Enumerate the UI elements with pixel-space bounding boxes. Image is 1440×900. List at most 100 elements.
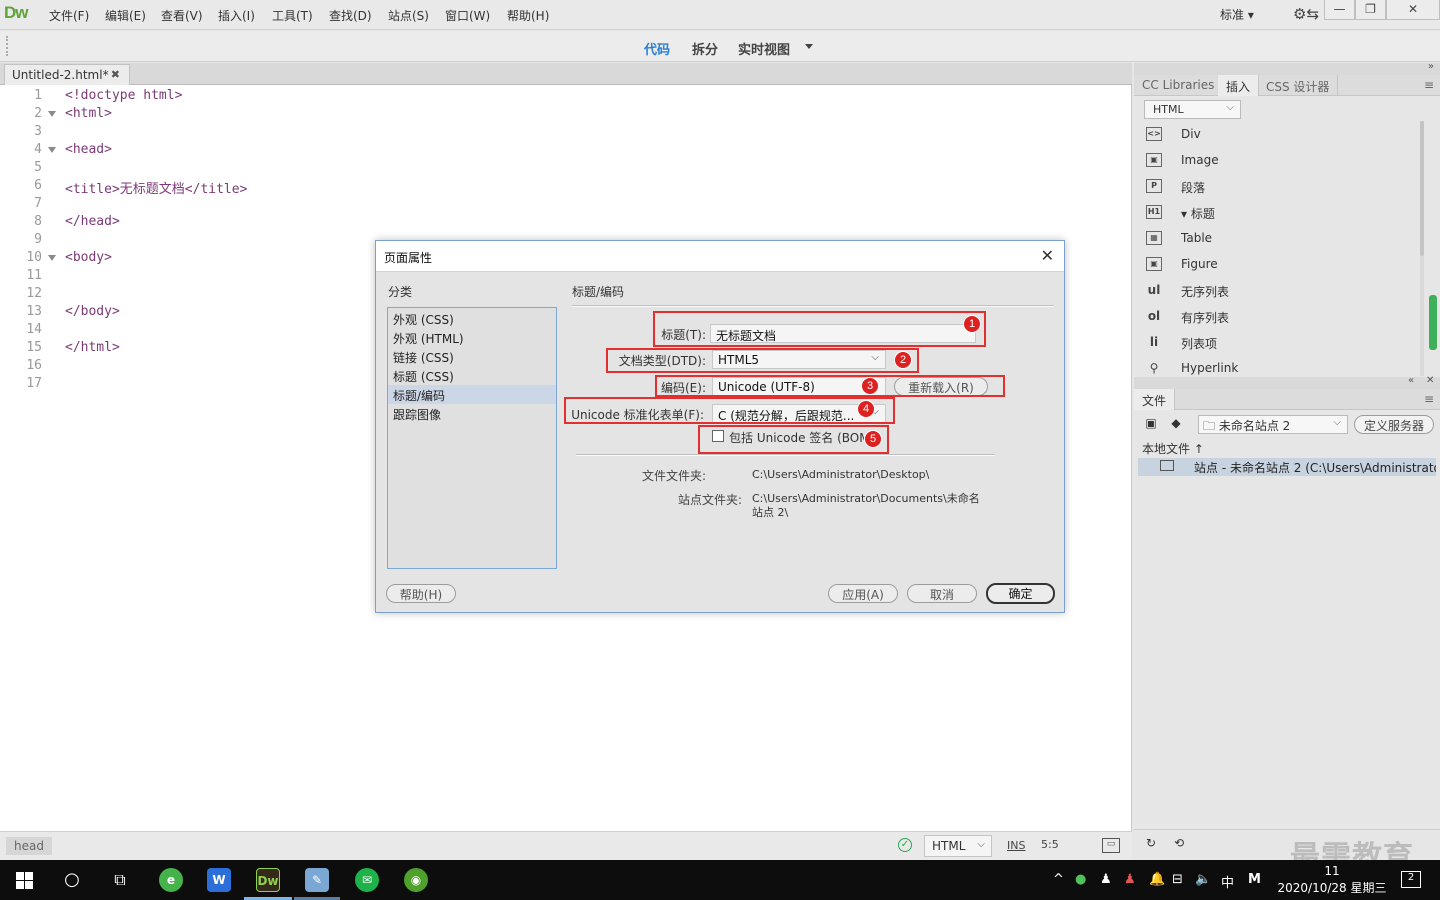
code-line[interactable]: 3	[0, 124, 600, 142]
help-button[interactable]: 帮助(H)	[386, 584, 456, 603]
close-panel-icon[interactable]: ✕	[1426, 375, 1434, 386]
insert-item[interactable]: P 段落	[1146, 178, 1416, 198]
insert-item[interactable]: ▣ Image	[1146, 152, 1416, 172]
windows-start-icon[interactable]	[16, 872, 33, 889]
menu-help[interactable]: 帮助(H)	[507, 7, 549, 24]
tag-selector[interactable]: head	[6, 837, 52, 855]
insert-item[interactable]: ▦ Table	[1146, 230, 1416, 250]
code-line[interactable]: 2 <html>	[0, 106, 600, 124]
insert-item-label: Image	[1181, 153, 1219, 167]
media-app-icon[interactable]: ◉	[404, 868, 428, 892]
action-center-icon[interactable]: 2	[1401, 871, 1421, 888]
task-view-icon[interactable]: ⧉	[108, 868, 132, 892]
code-line[interactable]: 1 <!doctype html>	[0, 88, 600, 106]
define-server-button[interactable]: 定义服务器	[1354, 415, 1434, 434]
close-window-button[interactable]: ✕	[1386, 0, 1440, 20]
split-view-button[interactable]: 拆分	[692, 39, 718, 58]
tab-insert[interactable]: 插入	[1218, 75, 1260, 96]
menu-edit[interactable]: 编辑(E)	[105, 7, 146, 24]
close-icon[interactable]: ✕	[1041, 246, 1054, 265]
code-line[interactable]: 4 <head>	[0, 142, 600, 160]
collapse-panels-icon[interactable]: »	[1428, 61, 1434, 72]
category-item[interactable]: 链接 (CSS)	[388, 347, 556, 366]
collapse-icon[interactable]: «	[1408, 375, 1414, 386]
fold-arrow-icon[interactable]	[48, 147, 56, 153]
insert-item[interactable]: li 列表项	[1146, 334, 1416, 354]
category-item[interactable]: 标题 (CSS)	[388, 366, 556, 385]
qq-tray-icon[interactable]: ♟	[1100, 872, 1112, 887]
insert-item[interactable]: <> Div	[1146, 126, 1416, 146]
category-item[interactable]: 跟踪图像	[388, 404, 556, 423]
workspace-switcher[interactable]: 标准 ▾	[1220, 6, 1254, 23]
document-type-select[interactable]: HTML ⌵	[924, 835, 992, 857]
search-icon[interactable]: ○	[60, 868, 84, 892]
notepad-icon[interactable]: ✎	[305, 868, 329, 892]
restore-button[interactable]: ❐	[1355, 0, 1386, 20]
notification-bell-icon[interactable]: 🔔	[1149, 872, 1165, 887]
panel-menu-icon[interactable]: ≡	[1424, 78, 1434, 92]
refresh-icon[interactable]: ↻	[1142, 836, 1160, 852]
insert-item[interactable]: ul 无序列表	[1146, 282, 1416, 302]
tray-overflow-icon[interactable]: ^	[1053, 872, 1064, 887]
code-line[interactable]: 8 </head>	[0, 214, 600, 232]
code-line[interactable]: 5	[0, 160, 600, 178]
menu-find[interactable]: 查找(D)	[329, 7, 372, 24]
system-clock[interactable]: 11 2020/10/28 星期三	[1277, 863, 1387, 897]
ok-button[interactable]: 确定	[986, 583, 1055, 604]
wechat-tray-icon[interactable]: ●	[1075, 872, 1086, 887]
panel-resize-handle[interactable]	[1429, 295, 1437, 350]
browser-icon[interactable]: e	[159, 868, 183, 892]
network-icon[interactable]: ⊟	[1172, 872, 1183, 887]
category-item[interactable]: 标题/编码	[388, 385, 556, 404]
code-line[interactable]: 7	[0, 196, 600, 214]
cancel-button[interactable]: 取消	[907, 584, 977, 603]
fold-arrow-icon[interactable]	[48, 111, 56, 117]
sync-settings-icon[interactable]: ⚙⇆	[1293, 5, 1319, 23]
close-tab-icon[interactable]: ✖	[111, 68, 120, 81]
dreamweaver-taskbar-icon[interactable]: Dw	[256, 868, 280, 892]
menu-site[interactable]: 站点(S)	[388, 7, 429, 24]
cursor-position: 5:5	[1041, 838, 1059, 851]
ime-mode-icon[interactable]: M	[1248, 872, 1261, 887]
wechat-icon[interactable]: ✉	[355, 868, 379, 892]
insert-item[interactable]: ▣ Figure	[1146, 256, 1416, 276]
code-line[interactable]: 6 <title>无标题文档</title>	[0, 178, 600, 197]
insert-item[interactable]: H1 ▾ 标题	[1146, 204, 1416, 224]
qq-alt-tray-icon[interactable]: ♟	[1124, 872, 1136, 887]
menu-window[interactable]: 窗口(W)	[445, 7, 490, 24]
site-select[interactable]: 🗀 未命名站点 2 ⌵	[1198, 415, 1348, 434]
volume-icon[interactable]: 🔈	[1195, 872, 1211, 887]
panel-menu-icon[interactable]: ≡	[1424, 392, 1434, 406]
git-icon[interactable]: ◆	[1167, 416, 1185, 432]
live-view-button[interactable]: 实时视图	[738, 39, 790, 58]
insert-mode-indicator[interactable]: INS	[1007, 839, 1025, 852]
category-item[interactable]: 外观 (CSS)	[388, 309, 556, 328]
insert-item[interactable]: ol 有序列表	[1146, 308, 1416, 328]
toolbar-grip[interactable]	[6, 36, 8, 56]
insert-scrollbar-thumb[interactable]	[1420, 121, 1424, 256]
site-root-row[interactable]: 站点 - 未命名站点 2 (C:\Users\Administrator\...	[1138, 458, 1436, 476]
ime-indicator[interactable]: 中	[1221, 872, 1234, 891]
menu-view[interactable]: 查看(V)	[161, 7, 203, 24]
local-files-header[interactable]: 本地文件 ↑	[1142, 440, 1204, 457]
live-preview-icon[interactable]: ▭	[1102, 838, 1120, 853]
code-view-button[interactable]: 代码	[644, 39, 670, 58]
document-tab[interactable]: Untitled-2.html* ✖	[4, 64, 130, 85]
menu-tools[interactable]: 工具(T)	[272, 7, 313, 24]
tab-cc-libraries[interactable]: CC Libraries	[1134, 75, 1224, 96]
menu-insert[interactable]: 插入(I)	[218, 7, 255, 24]
tab-files[interactable]: 文件	[1134, 389, 1176, 410]
apply-button[interactable]: 应用(A)	[828, 584, 898, 603]
insert-category-select[interactable]: HTML ⌵	[1144, 100, 1241, 119]
category-item[interactable]: 外观 (HTML)	[388, 328, 556, 347]
wps-icon[interactable]: W	[207, 868, 231, 892]
no-errors-icon[interactable]: ✓	[898, 838, 912, 852]
tab-css-designer[interactable]: CSS 设计器	[1258, 75, 1339, 96]
sync-icon[interactable]: ⟲	[1170, 836, 1188, 852]
connect-icon[interactable]: ▣	[1142, 416, 1160, 432]
menu-file[interactable]: 文件(F)	[49, 7, 89, 24]
live-view-dropdown-icon[interactable]	[805, 44, 813, 49]
minimize-button[interactable]: —	[1324, 0, 1355, 20]
annotation-box-encoding	[655, 375, 1005, 397]
fold-arrow-icon[interactable]	[48, 255, 56, 261]
